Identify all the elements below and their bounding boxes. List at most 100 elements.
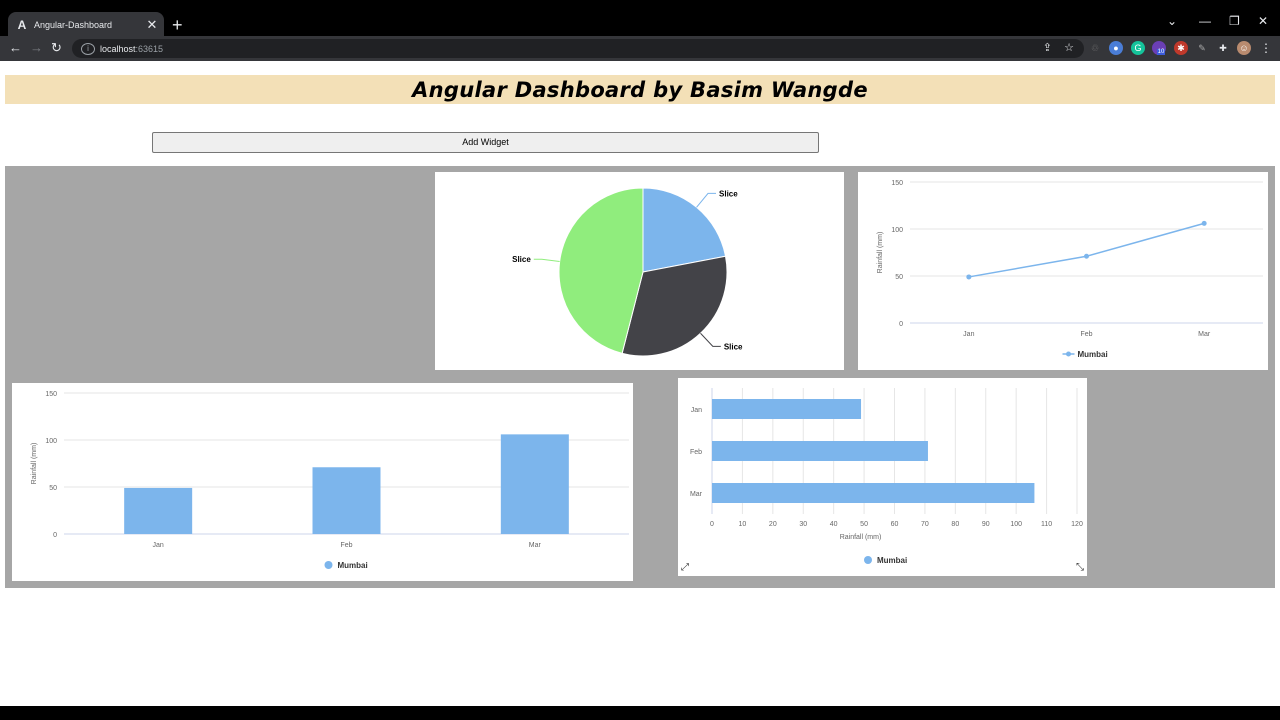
x-tick-label: 20 bbox=[769, 521, 777, 528]
y-tick-label: Mar bbox=[690, 491, 703, 498]
pie-connector-1 bbox=[696, 192, 717, 208]
site-info-icon[interactable]: i bbox=[81, 42, 95, 55]
line-chart-widget[interactable]: 0 50 100 150 Jan Feb Mar Rainfall (mm) Mumbai bbox=[858, 172, 1268, 370]
line-point bbox=[966, 274, 972, 280]
extension-purple-icon[interactable]: 10 bbox=[1152, 41, 1166, 55]
x-tick-label: 80 bbox=[951, 521, 959, 528]
tab-title: Angular-Dashboard bbox=[34, 20, 113, 30]
y-tick-label: 100 bbox=[45, 438, 57, 445]
browser-tabstrip: A Angular-Dashboard ✕ + ⌄ — ❐ ✕ bbox=[0, 0, 1280, 38]
new-tab-icon[interactable]: + bbox=[172, 16, 183, 34]
x-tick-label: 120 bbox=[1071, 521, 1083, 528]
column-chart-widget[interactable]: 0 50 100 150 Jan Feb Mar Rainfall (mm) Mumbai bbox=[12, 383, 633, 581]
legend-label: Mumbai bbox=[338, 561, 368, 570]
x-tick-label: 100 bbox=[1010, 521, 1022, 528]
y-tick-label: 150 bbox=[45, 391, 57, 398]
taskbar-strip bbox=[0, 706, 1280, 720]
page-content: Angular Dashboard by Basim Wangde Add Wi… bbox=[0, 61, 1280, 706]
pie-chart-widget[interactable]: Slice Slice Slice bbox=[435, 172, 844, 370]
extension-pen-icon[interactable]: ✎ bbox=[1195, 41, 1209, 55]
legend-symbol bbox=[324, 561, 333, 569]
x-tick-label: 0 bbox=[710, 521, 714, 528]
x-tick-label: 40 bbox=[830, 521, 838, 528]
horizontal-bar-chart: 0 10 20 30 40 50 60 70 80 90 100 110 120 Jan Feb Mar Rai… bbox=[690, 388, 1083, 565]
x-tick-label: 30 bbox=[799, 521, 807, 528]
extension-blue-icon[interactable]: ● bbox=[1109, 41, 1123, 55]
pie-chart: Slice Slice Slice bbox=[512, 187, 743, 357]
close-window-icon[interactable]: ✕ bbox=[1258, 14, 1268, 28]
tab-close-icon[interactable]: ✕ bbox=[144, 17, 160, 33]
y-tick-label: 0 bbox=[53, 532, 57, 539]
address-bar[interactable]: i localhost:63615 ⇪ ☆ bbox=[72, 39, 1084, 58]
x-tick-label: Feb bbox=[340, 542, 352, 549]
horizontal-bar bbox=[712, 483, 1035, 503]
resize-handle-icon[interactable]: ⤡ bbox=[1076, 562, 1084, 573]
pie-label-3: Slice bbox=[512, 255, 531, 264]
dashboard-header: Angular Dashboard by Basim Wangde bbox=[5, 75, 1275, 104]
reload-icon[interactable]: ↻ bbox=[51, 40, 62, 56]
legend-label: Mumbai bbox=[1078, 350, 1108, 359]
extensions-puzzle-icon[interactable]: ✚ bbox=[1216, 41, 1230, 55]
angular-favicon-icon: A bbox=[17, 18, 27, 32]
bookmark-star-icon[interactable]: ☆ bbox=[1064, 41, 1074, 54]
tab-search-icon[interactable]: ⌄ bbox=[1167, 14, 1177, 28]
menu-kebab-icon[interactable]: ⋮ bbox=[1259, 41, 1273, 55]
x-tick-label: 90 bbox=[982, 521, 990, 528]
extension-recycle-icon[interactable]: ♲ bbox=[1088, 41, 1102, 55]
y-tick-label: 50 bbox=[49, 485, 57, 492]
url-port: :63615 bbox=[135, 43, 164, 54]
line-point bbox=[1084, 253, 1089, 259]
y-tick-label: 150 bbox=[891, 180, 903, 187]
minimize-icon[interactable]: — bbox=[1199, 14, 1211, 28]
column-bar bbox=[124, 487, 193, 534]
series-line bbox=[968, 222, 1205, 278]
column-bar bbox=[500, 434, 569, 534]
column-bar bbox=[312, 467, 381, 534]
x-tick-label: Mar bbox=[529, 542, 542, 549]
forward-icon[interactable]: → bbox=[30, 40, 43, 55]
y-axis-title: Rainfall (mm) bbox=[31, 443, 38, 485]
legend-symbol bbox=[1066, 351, 1071, 357]
line-point bbox=[1201, 220, 1207, 226]
legend-symbol bbox=[864, 556, 872, 564]
extension-badge: 10 bbox=[1156, 49, 1166, 55]
y-tick-label: Feb bbox=[690, 449, 702, 456]
y-tick-label: 50 bbox=[895, 274, 903, 281]
y-tick-label: Jan bbox=[691, 407, 702, 414]
drag-handle-icon[interactable]: ⤢ bbox=[681, 562, 689, 573]
horizontal-bar bbox=[712, 399, 862, 419]
legend-label: Mumbai bbox=[877, 556, 907, 565]
grammarly-icon[interactable]: G bbox=[1131, 41, 1145, 55]
widget-grid: Slice Slice Slice 0 50 100 150 Jan Feb Mar Rainfa… bbox=[5, 166, 1275, 588]
back-icon[interactable]: ← bbox=[9, 40, 22, 55]
x-tick-label: Jan bbox=[153, 542, 164, 549]
url-host: localhost bbox=[100, 43, 136, 54]
x-tick-label: 110 bbox=[1041, 521, 1052, 528]
pie-connector-2 bbox=[700, 332, 721, 347]
profile-avatar[interactable]: ☺ bbox=[1237, 41, 1251, 55]
bar-chart-widget[interactable]: 0 10 20 30 40 50 60 70 80 90 100 110 120 Jan Feb Mar Rai… bbox=[678, 378, 1087, 576]
column-chart: 0 50 100 150 Jan Feb Mar Rainfall (mm) Mumbai bbox=[31, 391, 629, 570]
page-title: Angular Dashboard by Basim Wangde bbox=[412, 78, 868, 102]
browser-toolbar: ← → ↻ i localhost:63615 ⇪ ☆ ♲ ● G 10 ✱ ✎… bbox=[0, 36, 1280, 61]
pie-label-1: Slice bbox=[719, 189, 738, 198]
pie-connector-3 bbox=[533, 258, 560, 262]
y-tick-label: 100 bbox=[891, 227, 903, 234]
x-tick-label: Mar bbox=[1198, 331, 1211, 338]
y-tick-label: 0 bbox=[899, 321, 903, 328]
x-tick-label: Jan bbox=[963, 331, 974, 338]
browser-tab[interactable]: A Angular-Dashboard ✕ bbox=[8, 12, 164, 38]
share-icon[interactable]: ⇪ bbox=[1043, 41, 1052, 54]
extension-red-icon[interactable]: ✱ bbox=[1174, 41, 1188, 55]
x-tick-label: 60 bbox=[891, 521, 899, 528]
url-text: localhost:63615 bbox=[100, 44, 163, 54]
restore-icon[interactable]: ❐ bbox=[1229, 14, 1240, 28]
x-tick-label: 10 bbox=[739, 521, 747, 528]
line-chart: 0 50 100 150 Jan Feb Mar Rainfall (mm) Mumbai bbox=[877, 180, 1263, 359]
x-tick-label: Feb bbox=[1080, 331, 1092, 338]
x-axis-title: Rainfall (mm) bbox=[840, 534, 882, 541]
x-tick-label: 50 bbox=[860, 521, 868, 528]
add-widget-button[interactable]: Add Widget bbox=[152, 132, 819, 153]
y-axis-title: Rainfall (mm) bbox=[877, 232, 884, 274]
pie-label-2: Slice bbox=[724, 342, 743, 351]
